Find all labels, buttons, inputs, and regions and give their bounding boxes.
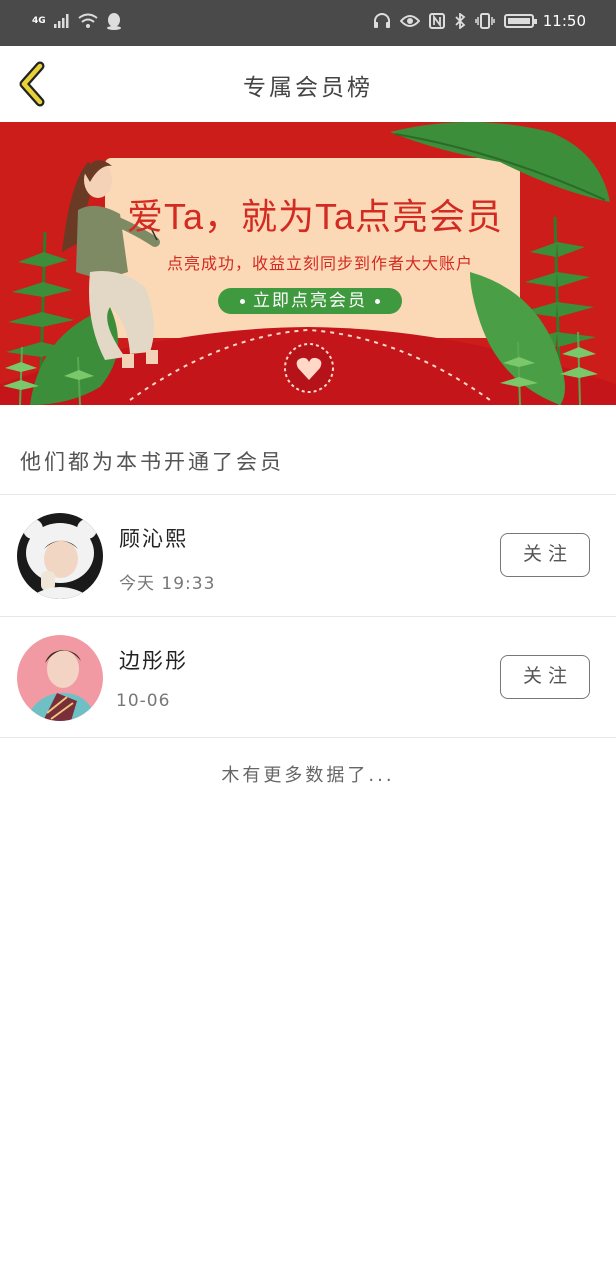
page-title: 专属会员榜 — [243, 75, 373, 101]
no-more-data-text: 木有更多数据了... — [221, 765, 395, 786]
member-time: 10-06 — [116, 691, 171, 711]
status-time: 11:50 — [542, 12, 586, 30]
follow-button[interactable]: 关注 — [500, 533, 590, 577]
headphones-icon — [373, 13, 390, 28]
avatar[interactable] — [17, 513, 103, 599]
banner-headline: 爱Ta，就为Ta点亮会员 — [126, 196, 504, 237]
nfc-icon — [428, 13, 445, 29]
bluetooth-icon — [455, 13, 466, 29]
status-right-icons: 11:50 — [373, 12, 586, 30]
battery-icon — [503, 14, 537, 28]
member-time: 今天 19:33 — [119, 574, 216, 594]
network-type: 4G — [32, 16, 46, 26]
status-bar: 4G 11:50 — [0, 0, 616, 46]
follow-button[interactable]: 关注 — [500, 655, 590, 699]
status-left-icons: 4G — [32, 12, 122, 30]
eye-icon — [399, 15, 420, 27]
member-name: 顾沁熙 — [119, 527, 188, 551]
divider — [0, 737, 616, 738]
member-row[interactable]: 顾沁熙 今天 19:33 关注 — [0, 495, 616, 616]
cta-label: 立即点亮会员 — [253, 291, 367, 311]
nav-bar: 专属会员榜 — [0, 46, 616, 122]
qq-icon — [106, 13, 121, 30]
banner-subtitle: 点亮成功，收益立刻同步到作者大大账户 — [166, 254, 473, 273]
wifi-icon — [78, 13, 98, 28]
section-title: 他们都为本书开通了会员 — [20, 450, 284, 474]
light-up-member-button[interactable]: 立即点亮会员 — [218, 288, 402, 314]
avatar[interactable] — [17, 635, 103, 721]
member-promo-banner[interactable]: 爱Ta，就为Ta点亮会员 点亮成功，收益立刻同步到作者大大账户 立即点亮会员 — [0, 122, 616, 405]
cta-dot-right — [375, 298, 380, 304]
vibrate-icon — [475, 13, 495, 29]
member-name: 边彤彤 — [119, 649, 188, 673]
member-row[interactable]: 边彤彤 10-06 关注 — [0, 617, 616, 738]
cta-dot-left — [240, 298, 245, 304]
signal-icon — [53, 14, 69, 28]
